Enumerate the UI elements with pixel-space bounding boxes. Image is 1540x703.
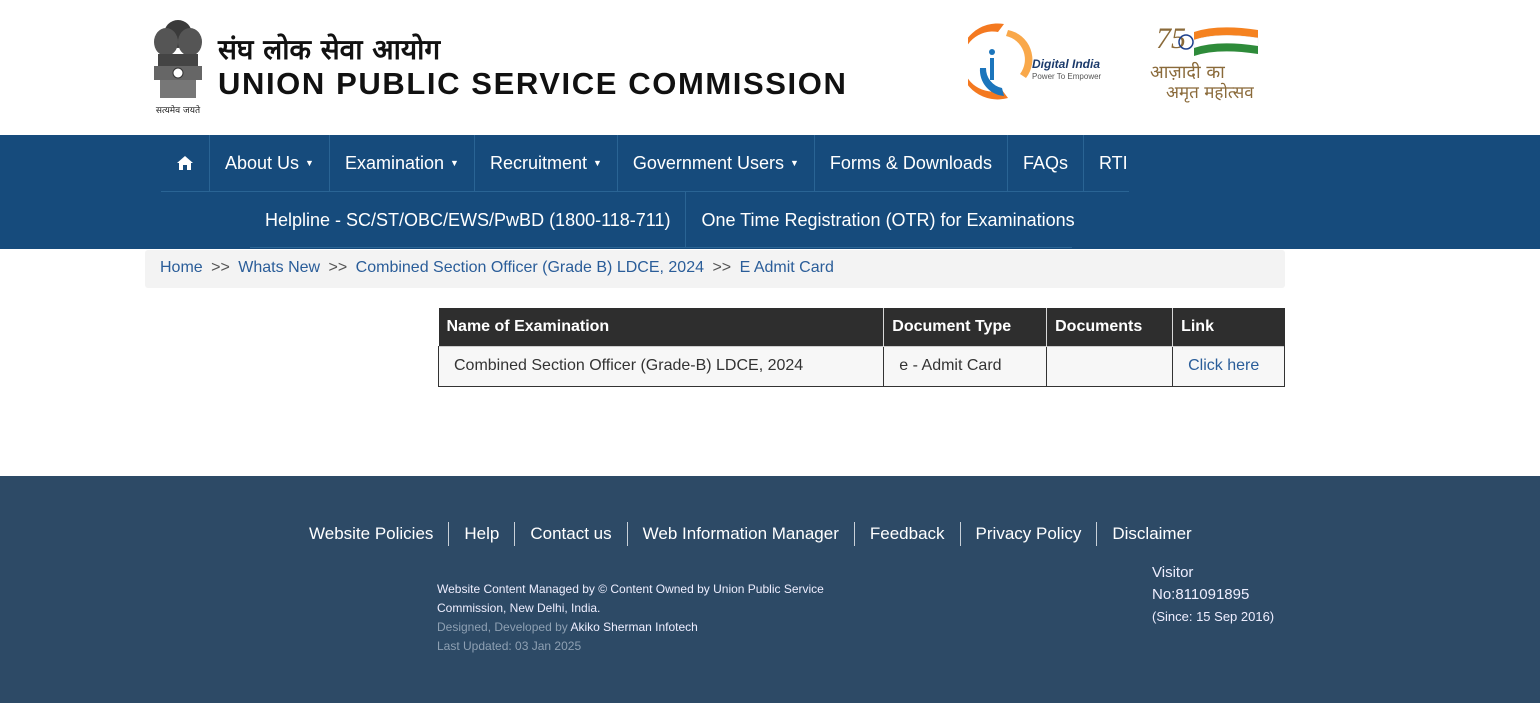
footer-designer-name[interactable]: Akiko Sherman Infotech [570, 620, 697, 634]
nav-forms-downloads[interactable]: Forms & Downloads [815, 135, 1008, 191]
table-header-row: Name of Examination Document Type Docume… [438, 308, 1285, 346]
azadi-number: 75 [1156, 22, 1186, 55]
breadcrumb-separator: >> [328, 259, 348, 276]
nav-faqs-label: FAQs [1022, 152, 1068, 173]
cell-document-type: e - Admit Card [883, 345, 1048, 387]
cell-exam-name: Combined Section Officer (Grade-B) LDCE,… [437, 345, 885, 387]
footer-designed-by-prefix: Designed, Developed by [437, 620, 568, 634]
caret-down-icon: ▼ [592, 158, 602, 168]
national-emblem-icon[interactable]: सत्यमेव जयते [146, 12, 210, 118]
breadcrumb-separator: >> [712, 259, 732, 276]
emblem-motto: सत्यमेव जयते [156, 104, 201, 116]
nav-about-us[interactable]: About Us ▼ [210, 135, 330, 191]
site-title-english: UNION PUBLIC SERVICE COMMISSION [218, 66, 848, 101]
nav-row-secondary: Helpline - SC/ST/OBC/EWS/PwBD (1800-118-… [250, 192, 1090, 248]
nav-otr[interactable]: One Time Registration (OTR) for Examinat… [686, 192, 1089, 248]
column-header-link: Link [1172, 308, 1285, 346]
digital-india-tagline: Power To Empower [1032, 72, 1102, 81]
visitor-since: (Since: 15 Sep 2016) [1152, 609, 1275, 624]
nav-rti-label: RTI [1098, 152, 1128, 173]
nav-rti[interactable]: RTI [1084, 135, 1143, 191]
footer-link-web-information-manager[interactable]: Web Information Manager [628, 522, 855, 546]
column-header-name: Name of Examination [438, 308, 885, 346]
nav-recruitment-label: Recruitment [489, 152, 587, 173]
main-navigation: About Us ▼ Examination ▼ Recruitment ▼ Gove… [0, 135, 1540, 249]
footer-link-privacy-policy[interactable]: Privacy Policy [961, 522, 1098, 546]
footer-designed-by: Designed, Developed by Akiko Sherman Inf… [437, 618, 857, 637]
footer-link-contact-us[interactable]: Contact us [515, 522, 628, 546]
azadi-line2: अमृत महोत्सव [1166, 83, 1254, 103]
column-header-document-type: Document Type [883, 308, 1048, 346]
footer-link-website-policies[interactable]: Website Policies [294, 522, 450, 546]
footer-content-owner-line2: Commission, New Delhi, India. [437, 601, 601, 615]
breadcrumb: Home >> Whats New >> Combined Section Of… [145, 250, 1285, 288]
footer-last-updated: Last Updated: 03 Jan 2025 [437, 639, 582, 653]
nav-otr-label: One Time Registration (OTR) for Examinat… [701, 209, 1075, 230]
nav-examination[interactable]: Examination ▼ [330, 135, 475, 191]
digital-india-title: Digital India [1032, 57, 1101, 71]
breadcrumb-current[interactable]: E Admit Card [740, 259, 834, 276]
nav-faqs[interactable]: FAQs [1008, 135, 1084, 191]
nav-forms-downloads-label: Forms & Downloads [829, 152, 992, 173]
nav-government-users[interactable]: Government Users ▼ [618, 135, 815, 191]
caret-down-icon: ▼ [305, 158, 314, 168]
cell-documents [1046, 345, 1174, 387]
breadcrumb-home[interactable]: Home [160, 259, 203, 276]
nav-helpline[interactable]: Helpline - SC/ST/OBC/EWS/PwBD (1800-118-… [250, 192, 687, 248]
nav-divider [250, 247, 1072, 248]
nav-recruitment[interactable]: Recruitment ▼ [475, 135, 618, 191]
column-header-documents: Documents [1046, 308, 1174, 346]
breadcrumb-exam[interactable]: Combined Section Officer (Grade B) LDCE,… [356, 259, 704, 276]
home-icon [177, 156, 193, 170]
caret-down-icon: ▼ [450, 158, 459, 168]
caret-down-icon: ▼ [789, 158, 799, 168]
nav-about-us-label: About Us [225, 152, 300, 173]
breadcrumb-whats-new[interactable]: Whats New [238, 259, 320, 276]
nav-helpline-label: Helpline - SC/ST/OBC/EWS/PwBD (1800-118-… [265, 209, 671, 230]
nav-home[interactable] [161, 135, 210, 191]
visitor-counter: Visitor No:811091895 (Since: 15 Sep 2016… [1152, 562, 1292, 628]
nav-government-users-label: Government Users [632, 152, 784, 173]
footer-link-feedback[interactable]: Feedback [855, 522, 961, 546]
footer-content-owner-line1: Website Content Managed by © Content Own… [437, 582, 824, 596]
visitor-label: Visitor [1152, 564, 1194, 581]
exam-documents-table: Name of Examination Document Type Docume… [437, 308, 1285, 387]
visitor-number: No:811091895 [1152, 586, 1250, 603]
footer-link-help[interactable]: Help [449, 522, 516, 546]
cell-link: Click here [1172, 345, 1285, 387]
footer-link-disclaimer[interactable]: Disclaimer [1097, 522, 1206, 546]
footer-info: Website Content Managed by © Content Own… [437, 580, 857, 656]
site-title-hindi: संघ लोक सेवा आयोग [218, 33, 441, 66]
click-here-link[interactable]: Click here [1188, 357, 1259, 374]
nav-row-primary: About Us ▼ Examination ▼ Recruitment ▼ Gove… [161, 135, 1143, 191]
breadcrumb-separator: >> [211, 259, 230, 276]
nav-examination-label: Examination [344, 152, 445, 173]
footer-links: Website Policies Help Contact us Web Inf… [294, 522, 1207, 546]
site-header: सत्यमेव जयते संघ लोक सेवा आयोग UNION PUB… [0, 0, 1540, 135]
table-row: Combined Section Officer (Grade-B) LDCE,… [437, 345, 1285, 387]
site-footer: Website Policies Help Contact us Web Inf… [0, 476, 1540, 703]
